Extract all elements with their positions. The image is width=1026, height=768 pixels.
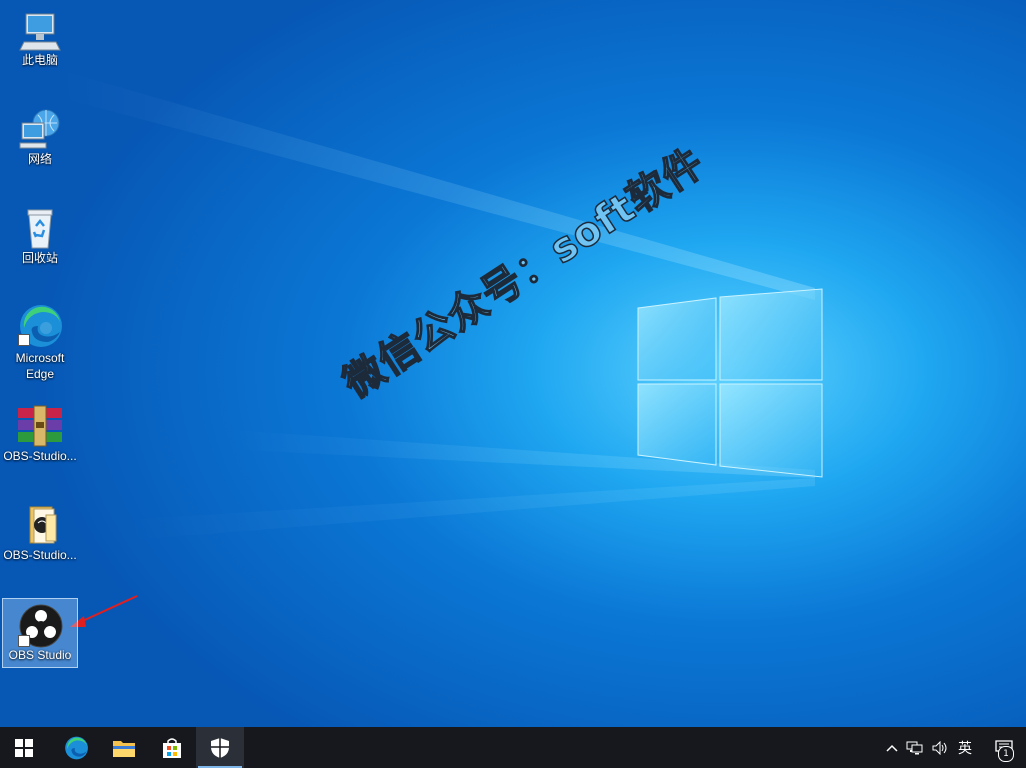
desktop-icon-label: OBS-Studio... (3, 449, 77, 463)
desktop-icon-obs-studio[interactable]: OBS Studio (2, 598, 78, 668)
desktop-icon-this-pc[interactable]: 此电脑 (2, 4, 78, 74)
taskbar-store-button[interactable] (148, 727, 196, 768)
network-icon[interactable] (902, 727, 928, 768)
network-icon (16, 107, 64, 151)
edge-icon (65, 736, 88, 759)
winrar-archive-icon (16, 404, 64, 448)
desktop-icon-label: 回收站 (21, 251, 58, 265)
volume-icon[interactable] (928, 727, 954, 768)
edge-icon (16, 302, 64, 347)
folder-icon (16, 503, 64, 547)
system-tray: 英 1 (882, 727, 1026, 768)
chevron-up-icon[interactable] (882, 727, 902, 768)
desktop-background[interactable]: 此电脑 网络 回收站 Microsoft Edge OBS-Studio... … (0, 0, 1026, 727)
wallpaper-art (60, 70, 823, 627)
windows-start-icon (15, 738, 33, 757)
desktop-icon-label: 网络 (27, 152, 52, 166)
notification-center-button[interactable]: 1 (982, 727, 1026, 768)
shortcut-arrow-icon (18, 635, 30, 647)
desktop-icon-edge[interactable]: Microsoft Edge (2, 298, 78, 390)
computer-icon (16, 8, 64, 52)
obs-studio-icon (16, 603, 64, 648)
start-button[interactable] (0, 727, 48, 768)
taskbar-file-explorer-button[interactable] (100, 727, 148, 768)
shield-icon (211, 737, 229, 758)
desktop-icon-label: OBS Studio (8, 648, 72, 662)
ime-indicator[interactable]: 英 (954, 727, 982, 768)
store-icon (163, 737, 181, 758)
desktop-icon-label: 此电脑 (21, 53, 58, 67)
desktop-icon-obs-folder[interactable]: OBS-Studio... (2, 499, 78, 569)
taskbar-security-button[interactable] (196, 727, 244, 768)
desktop-icon-obs-archive[interactable]: OBS-Studio... (2, 400, 78, 470)
recycle-bin-icon (16, 206, 64, 250)
desktop-icon-recycle-bin[interactable]: 回收站 (2, 202, 78, 272)
taskbar: 英 1 (0, 727, 1026, 768)
desktop-icon-label: Microsoft Edge (15, 351, 65, 381)
folder-icon (113, 740, 135, 757)
desktop-icon-label: OBS-Studio... (3, 548, 77, 562)
taskbar-edge-button[interactable] (52, 727, 100, 768)
shortcut-arrow-icon (18, 334, 30, 346)
desktop-icon-network[interactable]: 网络 (2, 103, 78, 173)
notification-count-badge: 1 (998, 746, 1014, 762)
